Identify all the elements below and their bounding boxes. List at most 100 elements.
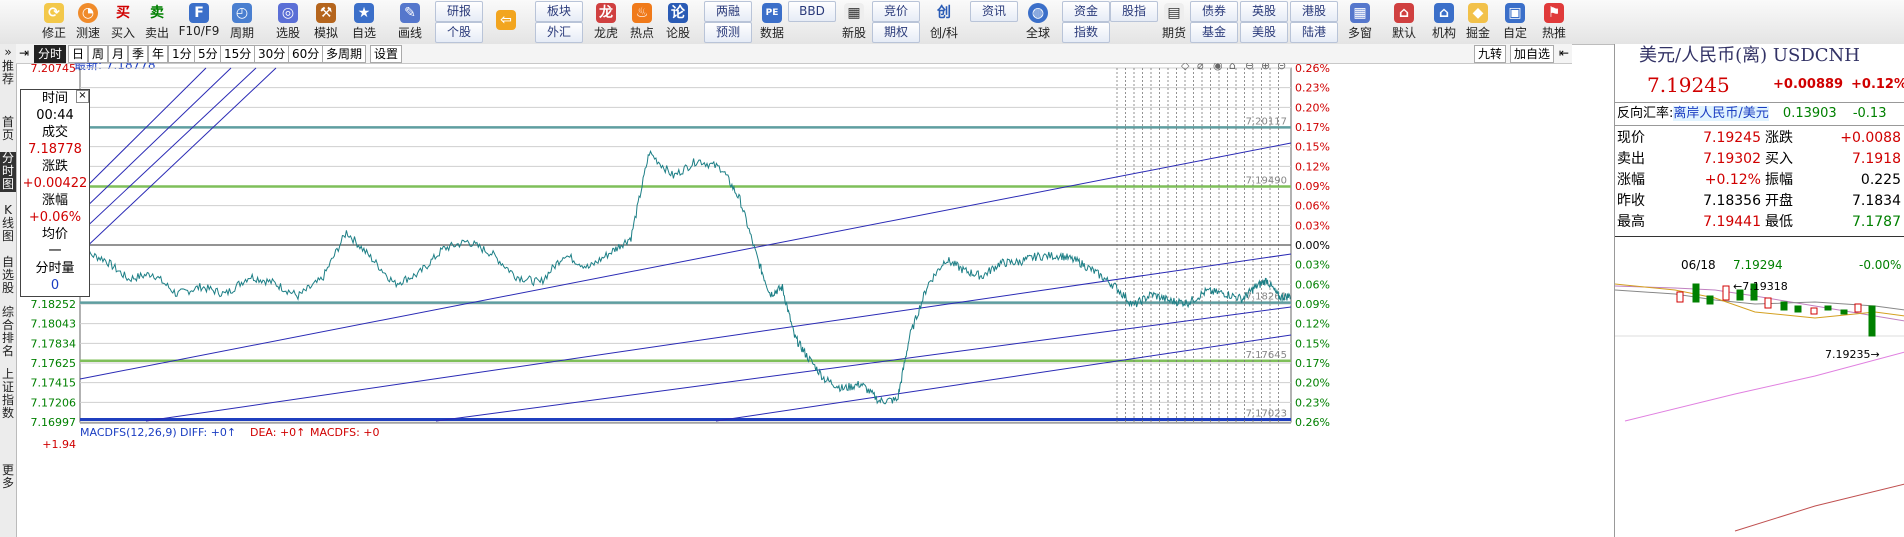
nine-turn-button[interactable]: 九转 bbox=[1474, 45, 1507, 63]
global-button[interactable]: ◍ 全球 bbox=[1020, 0, 1056, 44]
main-toolbar: ⟳ 修正 ◔ 测速 买买入 卖卖出 F F10/F9 ◴ 周期 ◎ 选股 ⚒ 模拟 ★ 自选 … bbox=[0, 0, 1904, 45]
ipo-button[interactable]: ▦ 新股 bbox=[838, 0, 870, 44]
nav-recommend[interactable]: 推荐 bbox=[0, 60, 16, 86]
toolbar-buy-button[interactable]: 买买入 bbox=[107, 0, 139, 44]
toolbar-draw-line-button[interactable]: ✎ 画线 bbox=[392, 0, 428, 44]
back-button[interactable]: ⇦ bbox=[488, 0, 524, 44]
sector-button[interactable]: 板块 bbox=[535, 1, 583, 22]
toolbar-watchlist-button[interactable]: ★ 自选 bbox=[346, 0, 382, 44]
info-avg-label: 均价 bbox=[41, 227, 68, 242]
bonds-button[interactable]: 债券 bbox=[1190, 1, 1238, 22]
toolbar-f10-button[interactable]: F F10/F9 bbox=[176, 0, 222, 44]
back-arrow-icon: ⇦ bbox=[496, 10, 516, 30]
tabs-next-icon[interactable]: ⇤ bbox=[1556, 45, 1572, 61]
hotspot-button[interactable]: ♨ 热点 bbox=[626, 0, 658, 44]
options-button[interactable]: 期权 bbox=[872, 22, 920, 43]
index-button[interactable]: 指数 bbox=[1062, 22, 1110, 43]
mini-low-label: 7.19235→ bbox=[1825, 348, 1880, 361]
price-pct: +0.12% bbox=[1851, 77, 1904, 92]
close-icon[interactable]: × bbox=[76, 90, 89, 103]
custom-button[interactable]: ▣ 自定 bbox=[1497, 0, 1533, 44]
f10-icon: F bbox=[189, 3, 209, 23]
tab-5min[interactable]: 5分 bbox=[194, 45, 222, 63]
quote-label: 涨跌 bbox=[1765, 130, 1793, 146]
tab-1min[interactable]: 1分 bbox=[168, 45, 196, 63]
speedtest-icon: ◔ bbox=[78, 3, 98, 23]
research-report-button[interactable]: 研报 bbox=[435, 1, 483, 22]
toolbar-speedtest-button[interactable]: ◔ 测速 bbox=[72, 0, 104, 44]
nav-expand-icon[interactable]: » bbox=[0, 46, 16, 59]
dragon-tiger-button[interactable]: 龙龙虎 bbox=[590, 0, 622, 44]
mini-kline-chart[interactable]: ←7.19318 7.19235→ bbox=[1615, 276, 1904, 536]
crosshair-info-box: × 时间 00:44 成交 7.18778 涨跌 +0.00422 涨幅 +0.… bbox=[20, 89, 90, 297]
news-button[interactable]: 资讯 bbox=[970, 1, 1018, 22]
tab-week[interactable]: 周 bbox=[88, 45, 109, 63]
toolbar-stock-picker-button[interactable]: ◎ 选股 bbox=[270, 0, 306, 44]
buy-icon: 买 bbox=[116, 5, 130, 21]
reverse-rate-name[interactable]: 离岸人民币/美元 bbox=[1673, 106, 1769, 121]
nav-kline[interactable]: K线图 bbox=[0, 204, 16, 244]
mini-candle bbox=[1868, 305, 1876, 337]
tab-60min[interactable]: 60分 bbox=[288, 45, 324, 63]
tab-day[interactable]: 日 bbox=[68, 45, 89, 63]
hk-stocks-button[interactable]: 港股 bbox=[1290, 1, 1338, 22]
default-button[interactable]: ⌂ 默认 bbox=[1386, 0, 1422, 44]
tab-multi-period[interactable]: 多周期 bbox=[322, 45, 367, 63]
toolbar-period-button[interactable]: ◴ 周期 bbox=[224, 0, 260, 44]
fund-flow-button[interactable]: 资金 bbox=[1062, 1, 1110, 22]
data-button[interactable]: PE 数据 bbox=[756, 0, 788, 44]
nav-ranking[interactable]: 综合排名 bbox=[0, 306, 16, 358]
toolbar-fix-button[interactable]: ⟳ 修正 bbox=[38, 0, 70, 44]
bbd-button[interactable]: BBD bbox=[788, 1, 836, 22]
us-stocks-button[interactable]: 美股 bbox=[1240, 22, 1288, 43]
quote-value: 7.1918 bbox=[1852, 151, 1901, 167]
pct-tick-label: 0.03% bbox=[1295, 219, 1330, 232]
quote-label: 振幅 bbox=[1765, 172, 1793, 188]
toolbar-simulate-button[interactable]: ⚒ 模拟 bbox=[310, 0, 342, 44]
multi-window-button[interactable]: ▦ 多窗 bbox=[1342, 0, 1378, 44]
funds-button[interactable]: 基金 bbox=[1190, 22, 1238, 43]
dragon-tiger-icon: 龙 bbox=[596, 3, 616, 23]
forecast-button[interactable]: 预测 bbox=[704, 22, 752, 43]
shanghai-hk-button[interactable]: 陆港 bbox=[1290, 22, 1338, 43]
stock-index-button[interactable]: 股指 bbox=[1110, 1, 1158, 22]
discussion-button[interactable]: 论论股 bbox=[662, 0, 694, 44]
stock-report-button[interactable]: 个股 bbox=[435, 22, 483, 43]
gold-mining-button[interactable]: ◆ 掘金 bbox=[1462, 0, 1494, 44]
pct-tick-label: 0.17% bbox=[1295, 357, 1330, 370]
tab-timeshare[interactable]: 分时 bbox=[34, 45, 67, 63]
chuangke-button[interactable]: 创创/科 bbox=[922, 0, 966, 44]
tab-settings[interactable]: 设置 bbox=[370, 45, 403, 63]
mini-candle bbox=[1810, 307, 1818, 315]
futures-button[interactable]: ▤ 期货 bbox=[1158, 0, 1190, 44]
tab-quarter[interactable]: 季 bbox=[128, 45, 149, 63]
nav-timeshare[interactable]: 分时图 bbox=[0, 152, 16, 192]
uk-stocks-button[interactable]: 英股 bbox=[1240, 1, 1288, 22]
macd-value: MACDFS: +0 bbox=[310, 426, 380, 439]
info-pct-label: 涨幅 bbox=[41, 193, 68, 208]
nav-home[interactable]: 首页 bbox=[0, 116, 16, 142]
forex-button[interactable]: 外汇 bbox=[535, 22, 583, 43]
tabs-prev-icon[interactable]: ⇥ bbox=[16, 45, 32, 61]
level-label: 7.17645 bbox=[1246, 350, 1287, 361]
margin-trading-button[interactable]: 两融 bbox=[704, 1, 752, 22]
y-tick-label: 7.17206 bbox=[31, 396, 77, 409]
nav-watchlist[interactable]: 自选股 bbox=[0, 256, 16, 296]
tab-year[interactable]: 年 bbox=[148, 45, 169, 63]
tab-15min[interactable]: 15分 bbox=[220, 45, 256, 63]
tab-30min[interactable]: 30分 bbox=[254, 45, 290, 63]
nav-more[interactable]: 更多 bbox=[0, 464, 16, 490]
mini-chart-price: 7.19294 bbox=[1733, 258, 1783, 272]
institution-button[interactable]: ⌂ 机构 bbox=[1428, 0, 1460, 44]
mini-high-label: ←7.19318 bbox=[1733, 280, 1788, 293]
toolbar-sell-button[interactable]: 卖卖出 bbox=[141, 0, 173, 44]
discussion-icon: 论 bbox=[668, 3, 688, 23]
hot-push-button[interactable]: ⚑ 热推 bbox=[1538, 0, 1570, 44]
nav-sh-index[interactable]: 上证指数 bbox=[0, 368, 16, 420]
left-nav-strip: » 推荐 首页 分时图 K线图 自选股 综合排名 上证指数 更多 bbox=[0, 44, 17, 537]
timeshare-chart[interactable]: 最新: 7.18778 7.20745 0.26% 0.23% 0.20% 0.17% 0.… bbox=[16, 63, 1572, 537]
auction-button[interactable]: 竞价 bbox=[872, 1, 920, 22]
add-watchlist-button[interactable]: 加自选 bbox=[1510, 45, 1555, 63]
mini-candle bbox=[1854, 303, 1862, 313]
tab-month[interactable]: 月 bbox=[108, 45, 129, 63]
